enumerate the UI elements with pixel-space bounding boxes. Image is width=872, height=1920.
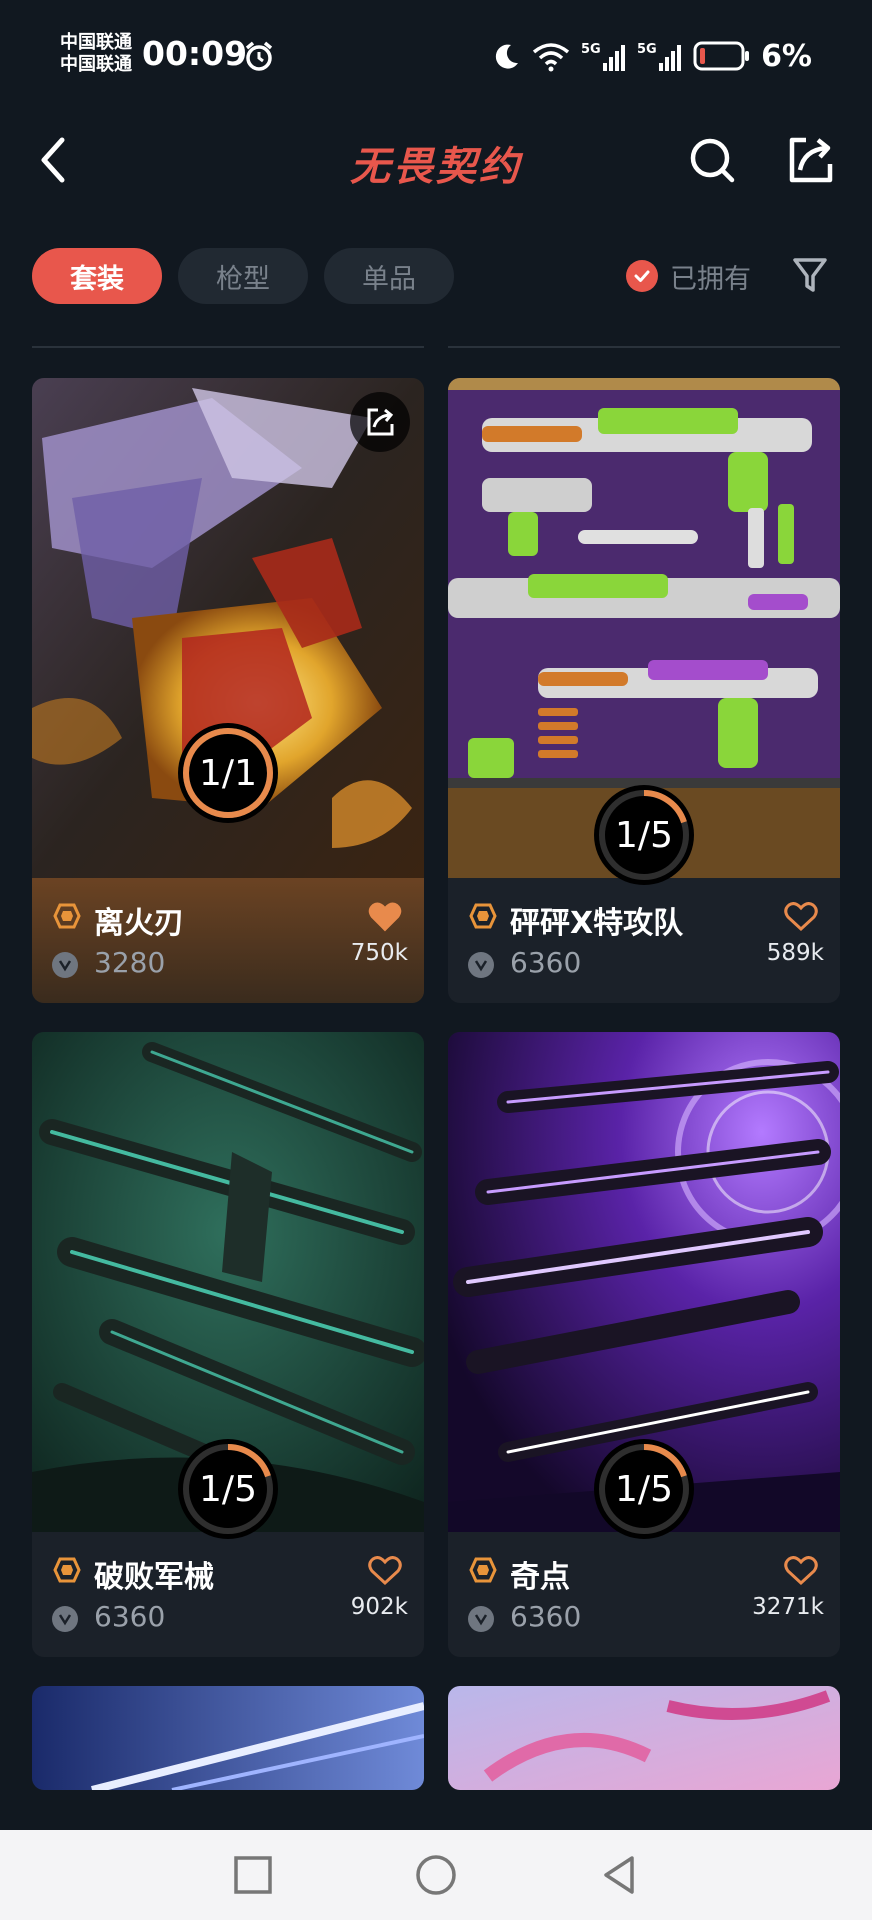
moon-icon bbox=[495, 44, 519, 69]
status-bar: 中国联通 中国联通 00:09 5G 5G 6% bbox=[0, 0, 872, 110]
wifi-icon bbox=[532, 43, 570, 72]
like-count: 902k bbox=[350, 1594, 408, 1620]
card-info: 砰砰X特攻队 6360 589k bbox=[448, 878, 840, 1003]
collection-progress: 1/1 bbox=[175, 720, 281, 826]
share-button[interactable] bbox=[784, 134, 836, 186]
card-info: 离火刃 3280 750k bbox=[32, 878, 424, 1003]
bundle-name: 破败军械 bbox=[94, 1560, 214, 1595]
search-button[interactable] bbox=[686, 134, 738, 186]
recent-apps-icon[interactable] bbox=[228, 1850, 278, 1900]
heart-icon[interactable] bbox=[368, 902, 402, 932]
bundle-price: 6360 bbox=[510, 1600, 582, 1633]
status-icons: 5G 5G 6% bbox=[491, 36, 812, 76]
tier-icon bbox=[53, 1557, 81, 1583]
like-count: 750k bbox=[350, 940, 408, 966]
svg-text:5G: 5G bbox=[637, 42, 657, 57]
bundle-name: 奇点 bbox=[510, 1560, 570, 1595]
bundle-price: 3280 bbox=[94, 946, 166, 979]
bundle-price: 6360 bbox=[510, 946, 582, 979]
progress-text: 1/5 bbox=[199, 1468, 257, 1510]
progress-text: 1/5 bbox=[615, 814, 673, 856]
bundle-art-image bbox=[32, 1686, 424, 1790]
tab-bundles[interactable]: 套装 bbox=[32, 248, 162, 304]
bundle-name: 离火刃 bbox=[94, 906, 184, 941]
bundle-card[interactable] bbox=[32, 1686, 424, 1790]
owned-filter[interactable]: 已拥有 bbox=[626, 256, 751, 296]
tier-icon bbox=[53, 903, 81, 929]
heart-outline-icon[interactable] bbox=[368, 1556, 402, 1586]
check-icon bbox=[626, 260, 658, 292]
collection-progress: 1/5 bbox=[175, 1436, 281, 1542]
progress-text: 1/1 bbox=[199, 752, 257, 794]
bundle-art-image bbox=[448, 1686, 840, 1790]
clock: 00:09 bbox=[142, 34, 248, 73]
card-info: 破败军械 6360 902k bbox=[32, 1532, 424, 1657]
alarm-icon bbox=[245, 41, 273, 71]
signal-5g-icon: 5G bbox=[581, 42, 626, 71]
tier-icon bbox=[469, 1557, 497, 1583]
bundle-card[interactable]: 1/1 离火刃 3280 750k bbox=[32, 378, 424, 1003]
app-title: 无畏契约 bbox=[350, 144, 522, 190]
collection-progress: 1/5 bbox=[591, 782, 697, 888]
bundle-card[interactable]: 1/5 破败军械 6360 902k bbox=[32, 1032, 424, 1657]
app-screen: 中国联通 中国联通 00:09 5G 5G 6% 无畏契约 套装 枪型 单品 已… bbox=[0, 0, 872, 1920]
home-icon[interactable] bbox=[411, 1850, 461, 1900]
like-count: 3271k bbox=[752, 1594, 824, 1620]
bundle-name: 砰砰X特攻队 bbox=[510, 906, 684, 941]
tier-icon bbox=[469, 903, 497, 929]
bundle-price: 6360 bbox=[94, 1600, 166, 1633]
bundle-card[interactable]: 1/5 奇点 6360 3271k bbox=[448, 1032, 840, 1657]
header: 无畏契约 bbox=[0, 110, 872, 210]
collection-progress: 1/5 bbox=[591, 1436, 697, 1542]
filter-icon[interactable] bbox=[792, 256, 828, 296]
battery-percent: 6% bbox=[761, 38, 812, 74]
heart-outline-icon[interactable] bbox=[784, 1556, 818, 1586]
svg-text:5G: 5G bbox=[581, 42, 601, 57]
heart-outline-icon[interactable] bbox=[784, 902, 818, 932]
divider bbox=[32, 346, 424, 348]
category-tabs: 套装 枪型 单品 bbox=[32, 248, 454, 304]
owned-filter-label: 已拥有 bbox=[670, 263, 751, 295]
tab-weapon-type[interactable]: 枪型 bbox=[178, 248, 308, 304]
bundle-card[interactable] bbox=[448, 1686, 840, 1790]
carrier-2: 中国联通 bbox=[60, 54, 132, 75]
divider bbox=[448, 346, 840, 348]
progress-text: 1/5 bbox=[615, 1468, 673, 1510]
card-info: 奇点 6360 3271k bbox=[448, 1532, 840, 1657]
vp-currency-icon bbox=[52, 1606, 78, 1632]
bundle-card[interactable]: 1/5 砰砰X特攻队 6360 589k bbox=[448, 378, 840, 1003]
carrier-info: 中国联通 中国联通 bbox=[60, 32, 132, 76]
system-nav-bar bbox=[0, 1830, 872, 1920]
battery-icon bbox=[693, 41, 750, 71]
carrier-1: 中国联通 bbox=[60, 32, 132, 53]
share-icon[interactable] bbox=[350, 392, 410, 452]
tab-single-item[interactable]: 单品 bbox=[324, 248, 454, 304]
signal-5g-icon: 5G bbox=[637, 42, 682, 71]
vp-currency-icon bbox=[468, 1606, 494, 1632]
vp-currency-icon bbox=[52, 952, 78, 978]
back-triangle-icon[interactable] bbox=[594, 1850, 644, 1900]
vp-currency-icon bbox=[468, 952, 494, 978]
like-count: 589k bbox=[766, 940, 824, 966]
